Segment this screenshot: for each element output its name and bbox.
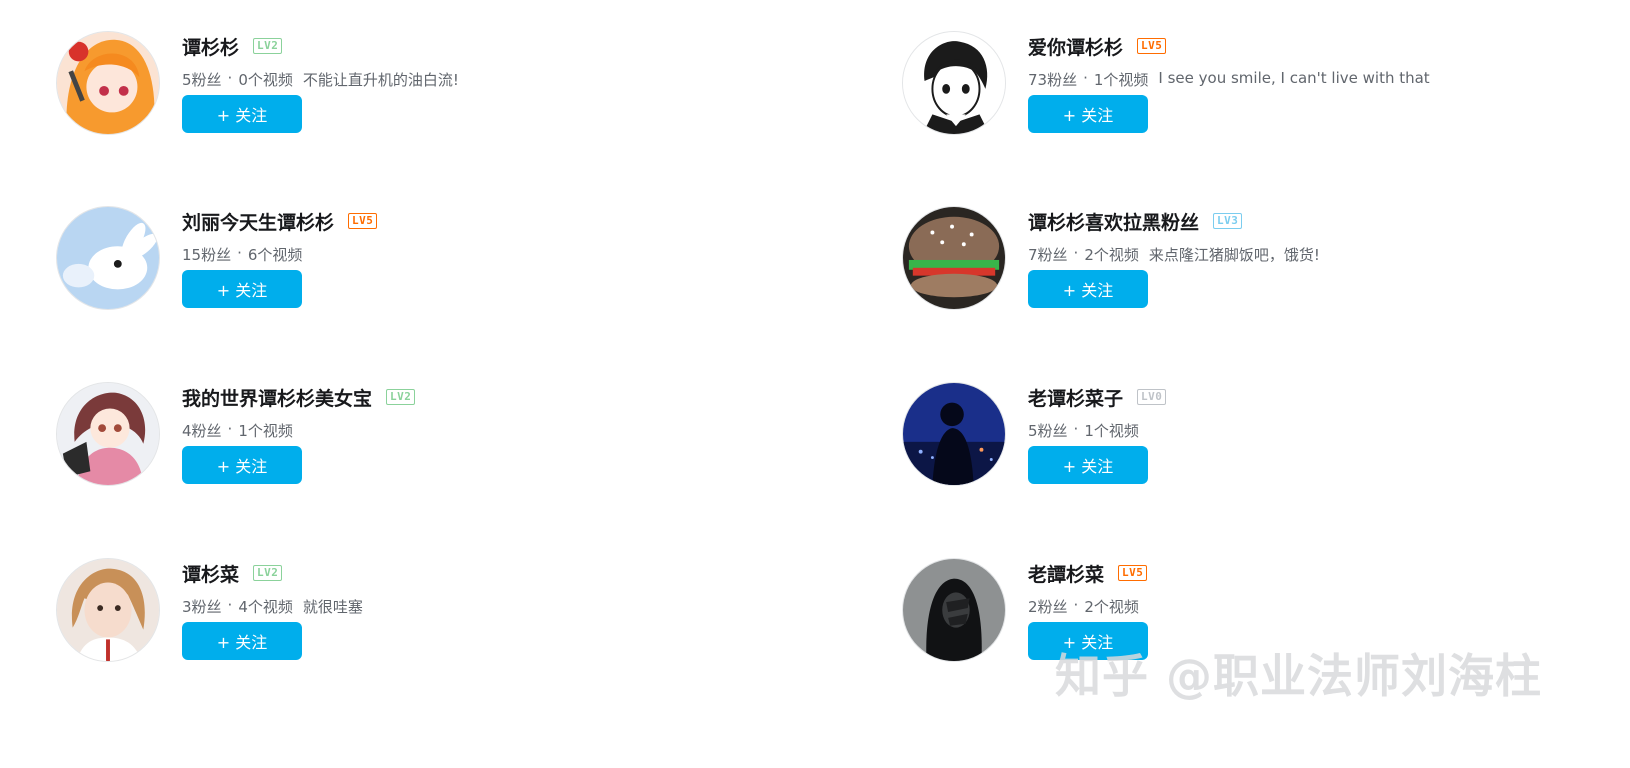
user-meta: 15粉丝 · 6个视频 — [182, 244, 302, 265]
level-badge: LV5 — [1137, 38, 1167, 54]
level-badge: LV2 — [253, 38, 283, 54]
user-name-row: 谭杉杉喜欢拉黑粉丝 LV3 — [1028, 208, 1243, 235]
white-rabbit-avatar[interactable] — [56, 206, 160, 310]
user-name[interactable]: 谭杉杉喜欢拉黑粉丝 — [1028, 208, 1199, 235]
user-name[interactable]: 爱你谭杉杉 — [1028, 33, 1123, 60]
user-name[interactable]: 老谭杉菜子 — [1028, 384, 1123, 411]
user-card: 谭杉杉喜欢拉黑粉丝 LV3 7粉丝 · 2个视频 来点隆江猪脚饭吧，饿货! + … — [902, 206, 1622, 321]
video-count: 2个视频 — [1084, 246, 1139, 264]
fans-count: 15粉丝 — [182, 246, 232, 264]
hooded-figure-avatar[interactable] — [902, 558, 1006, 662]
separator-dot: · — [237, 244, 242, 262]
fans-count: 2粉丝 — [1028, 598, 1068, 616]
level-badge: LV2 — [386, 389, 416, 405]
user-signature: I see you smile, I can't live with that — [1158, 69, 1430, 87]
user-name-row: 谭杉杉 LV2 — [182, 33, 283, 60]
user-meta: 4粉丝 · 1个视频 — [182, 420, 293, 441]
separator-dot: · — [1073, 244, 1079, 262]
user-signature: 不能让直升机的油白流! — [302, 71, 459, 89]
separator-dot: · — [227, 69, 233, 87]
user-name[interactable]: 老譚杉菜 — [1028, 560, 1104, 587]
user-name-row: 我的世界谭杉杉美女宝 LV2 — [182, 384, 416, 411]
user-name[interactable]: 刘丽今天生谭杉杉 — [182, 208, 334, 235]
fans-count: 7粉丝 — [1028, 246, 1068, 264]
level-badge: LV0 — [1137, 389, 1167, 405]
follow-button[interactable]: + 关注 — [182, 446, 302, 484]
video-count: 2个视频 — [1084, 598, 1139, 616]
user-card: 老谭杉菜子 LV0 5粉丝 · 1个视频 + 关注 — [902, 382, 1622, 497]
night-silhouette-avatar[interactable] — [902, 382, 1006, 486]
user-card: 刘丽今天生谭杉杉 LV5 15粉丝 · 6个视频 + 关注 — [56, 206, 776, 321]
user-meta: 73粉丝 · 1个视频 I see you smile, I can't liv… — [1028, 69, 1430, 90]
fans-count: 3粉丝 — [182, 598, 222, 616]
user-name-row: 谭杉菜 LV2 — [182, 560, 283, 587]
follow-button[interactable]: + 关注 — [1028, 446, 1148, 484]
user-meta: 7粉丝 · 2个视频 来点隆江猪脚饭吧，饿货! — [1028, 244, 1320, 265]
user-name-row: 老谭杉菜子 LV0 — [1028, 384, 1167, 411]
level-badge: LV5 — [348, 213, 378, 229]
fans-count: 5粉丝 — [1028, 422, 1068, 440]
anime-girl-orange-hair-avatar[interactable] — [56, 31, 160, 135]
manga-boy-avatar[interactable] — [902, 31, 1006, 135]
separator-dot: · — [227, 420, 233, 438]
fans-count: 73粉丝 — [1028, 71, 1078, 89]
user-meta: 5粉丝 · 0个视频 不能让直升机的油白流! — [182, 69, 459, 90]
separator-dot: · — [1083, 69, 1088, 87]
zhihu-watermark: 知乎 @职业法师刘海柱 — [1055, 649, 1543, 703]
follow-button[interactable]: + 关注 — [182, 270, 302, 308]
video-count: 1个视频 — [1084, 422, 1139, 440]
user-name[interactable]: 谭杉菜 — [182, 560, 239, 587]
follow-button[interactable]: + 关注 — [1028, 270, 1148, 308]
user-name[interactable]: 我的世界谭杉杉美女宝 — [182, 384, 372, 411]
video-count: 6个视频 — [247, 246, 303, 264]
fans-count: 5粉丝 — [182, 71, 222, 89]
video-count: 1个视频 — [1093, 71, 1149, 89]
user-card: 爱你谭杉杉 LV5 73粉丝 · 1个视频 I see you smile, I… — [902, 31, 1622, 146]
burger-avatar[interactable] — [902, 206, 1006, 310]
video-count: 0个视频 — [238, 71, 293, 89]
girl-photo-avatar[interactable] — [56, 558, 160, 662]
separator-dot: · — [227, 596, 233, 614]
level-badge: LV2 — [253, 565, 283, 581]
user-name-row: 刘丽今天生谭杉杉 LV5 — [182, 208, 378, 235]
follow-button[interactable]: + 关注 — [182, 95, 302, 133]
user-card: 我的世界谭杉杉美女宝 LV2 4粉丝 · 1个视频 + 关注 — [56, 382, 776, 497]
user-signature: 来点隆江猪脚饭吧，饿货! — [1148, 246, 1320, 264]
follow-button[interactable]: + 关注 — [182, 622, 302, 660]
video-count: 1个视频 — [238, 422, 293, 440]
separator-dot: · — [1073, 420, 1079, 438]
user-meta: 5粉丝 · 1个视频 — [1028, 420, 1139, 441]
user-card: 谭杉菜 LV2 3粉丝 · 4个视频 就很哇塞 + 关注 — [56, 558, 776, 673]
user-signature: 就很哇塞 — [302, 598, 363, 616]
level-badge: LV5 — [1118, 565, 1148, 581]
level-badge: LV3 — [1213, 213, 1243, 229]
separator-dot: · — [1073, 596, 1079, 614]
user-name[interactable]: 谭杉杉 — [182, 33, 239, 60]
user-meta: 2粉丝 · 2个视频 — [1028, 596, 1139, 617]
fans-count: 4粉丝 — [182, 422, 222, 440]
user-card: 谭杉杉 LV2 5粉丝 · 0个视频 不能让直升机的油白流! + 关注 — [56, 31, 776, 146]
follow-button[interactable]: + 关注 — [1028, 95, 1148, 133]
user-name-row: 爱你谭杉杉 LV5 — [1028, 33, 1167, 60]
user-meta: 3粉丝 · 4个视频 就很哇塞 — [182, 596, 363, 617]
user-name-row: 老譚杉菜 LV5 — [1028, 560, 1148, 587]
anime-girl-pink-uniform-avatar[interactable] — [56, 382, 160, 486]
video-count: 4个视频 — [238, 598, 293, 616]
